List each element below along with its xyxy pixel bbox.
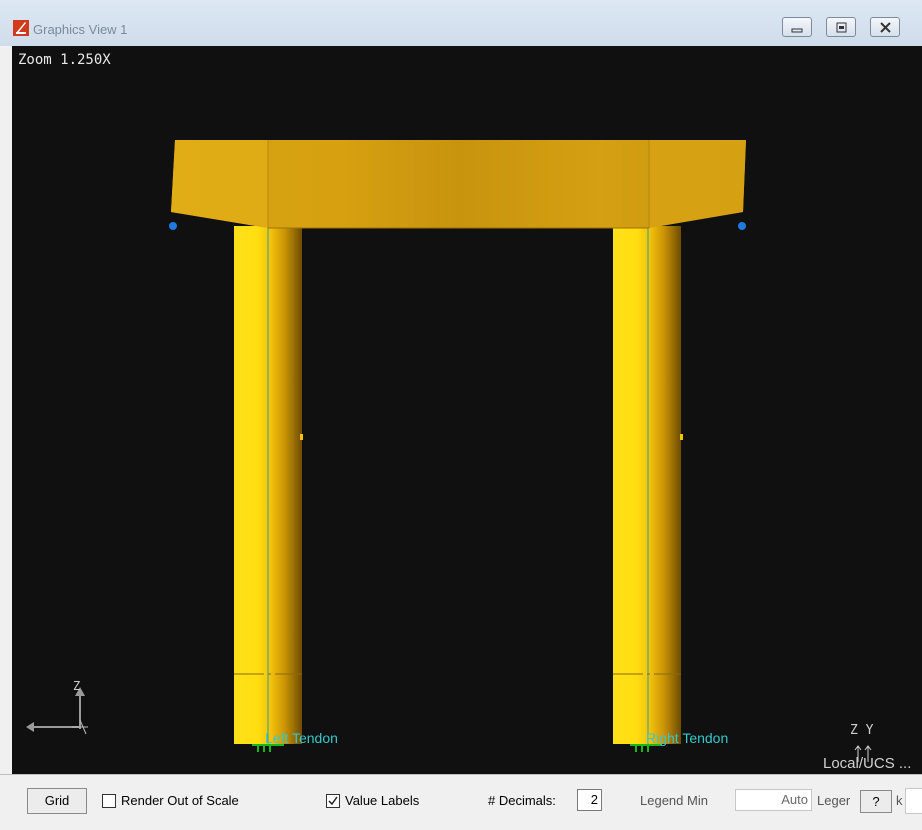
right-support-icon: [630, 744, 662, 752]
restore-button[interactable]: [826, 17, 856, 37]
right-end-node[interactable]: [738, 222, 746, 230]
left-support-icon: [252, 744, 284, 752]
graphics-viewport[interactable]: Zoom 1.250X Left Tendon Right Tendon Z Z…: [12, 46, 922, 774]
legend-min-label: Legend Min: [640, 793, 708, 808]
minimize-button[interactable]: [782, 17, 812, 37]
truncated-input[interactable]: [905, 788, 922, 814]
truncated-control-text: k: [896, 793, 903, 808]
value-labels-checkbox[interactable]: [326, 794, 340, 808]
zoom-indicator: Zoom 1.250X: [18, 52, 111, 68]
right-tendon-label: Right Tendon: [646, 730, 729, 746]
coordinate-system-label: Local/UCS ...: [823, 755, 912, 772]
decimals-label: # Decimals:: [488, 793, 556, 808]
legend-min-input[interactable]: Auto: [735, 789, 812, 811]
view-toolbar: Grid Render Out of Scale Value Labels # …: [0, 774, 922, 830]
local-axis-labels: Z Y: [850, 723, 874, 738]
axis-z-label: Z: [73, 679, 81, 693]
cap-beam[interactable]: [171, 140, 746, 229]
window-title: Graphics View 1: [33, 22, 128, 37]
render-out-of-scale-label[interactable]: Render Out of Scale: [121, 793, 239, 808]
restore-icon: [836, 22, 847, 33]
close-button[interactable]: [870, 17, 900, 37]
left-end-node[interactable]: [169, 222, 177, 230]
close-icon: [880, 22, 891, 33]
legend-max-label: Leger: [817, 793, 851, 808]
value-labels-label[interactable]: Value Labels: [345, 793, 419, 808]
decimals-input[interactable]: 2: [577, 789, 602, 811]
global-axis-triad-icon: [26, 687, 88, 735]
window-titlebar[interactable]: Graphics View 1: [0, 0, 922, 46]
model-scene: [26, 140, 872, 762]
left-column[interactable]: [234, 226, 303, 744]
left-tendon-label: Left Tendon: [265, 730, 338, 746]
help-button[interactable]: ?: [860, 790, 892, 813]
checkmark-icon: [328, 796, 338, 806]
grid-button[interactable]: Grid: [27, 788, 87, 814]
minimize-icon: [791, 28, 803, 33]
right-column[interactable]: [613, 226, 683, 744]
app-logo-icon: [13, 20, 29, 36]
render-out-of-scale-checkbox[interactable]: [102, 794, 116, 808]
